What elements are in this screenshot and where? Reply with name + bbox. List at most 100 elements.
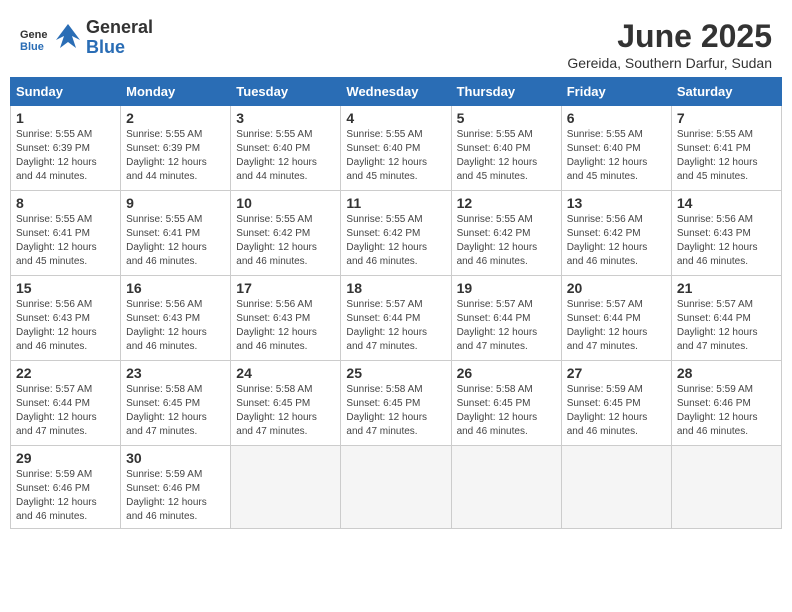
logo: General Blue General Blue	[20, 18, 153, 58]
day-number: 18	[346, 280, 445, 296]
day-number: 30	[126, 450, 225, 466]
calendar-day-cell: 13 Sunrise: 5:56 AM Sunset: 6:42 PM Dayl…	[561, 191, 671, 276]
day-number: 28	[677, 365, 776, 381]
weekday-header-sunday: Sunday	[11, 78, 121, 106]
calendar-day-cell: 10 Sunrise: 5:55 AM Sunset: 6:42 PM Dayl…	[231, 191, 341, 276]
calendar-day-cell: 5 Sunrise: 5:55 AM Sunset: 6:40 PM Dayli…	[451, 106, 561, 191]
day-number: 2	[126, 110, 225, 126]
calendar-day-cell	[341, 446, 451, 529]
day-info: Sunrise: 5:59 AM Sunset: 6:46 PM Dayligh…	[126, 468, 225, 524]
day-number: 19	[457, 280, 556, 296]
day-number: 10	[236, 195, 335, 211]
calendar-week-row: 29 Sunrise: 5:59 AM Sunset: 6:46 PM Dayl…	[11, 446, 782, 529]
day-number: 21	[677, 280, 776, 296]
weekday-header-thursday: Thursday	[451, 78, 561, 106]
day-info: Sunrise: 5:55 AM Sunset: 6:41 PM Dayligh…	[16, 213, 115, 269]
day-number: 23	[126, 365, 225, 381]
weekday-header-row: SundayMondayTuesdayWednesdayThursdayFrid…	[11, 78, 782, 106]
day-number: 17	[236, 280, 335, 296]
calendar-day-cell: 7 Sunrise: 5:55 AM Sunset: 6:41 PM Dayli…	[671, 106, 781, 191]
day-number: 14	[677, 195, 776, 211]
month-title: June 2025	[567, 18, 772, 55]
day-number: 29	[16, 450, 115, 466]
day-number: 6	[567, 110, 666, 126]
calendar-day-cell: 14 Sunrise: 5:56 AM Sunset: 6:43 PM Dayl…	[671, 191, 781, 276]
day-info: Sunrise: 5:57 AM Sunset: 6:44 PM Dayligh…	[16, 383, 115, 439]
weekday-header-monday: Monday	[121, 78, 231, 106]
day-number: 3	[236, 110, 335, 126]
day-info: Sunrise: 5:55 AM Sunset: 6:42 PM Dayligh…	[457, 213, 556, 269]
calendar-day-cell: 12 Sunrise: 5:55 AM Sunset: 6:42 PM Dayl…	[451, 191, 561, 276]
day-number: 25	[346, 365, 445, 381]
logo-icon: General Blue	[20, 24, 48, 52]
day-info: Sunrise: 5:57 AM Sunset: 6:44 PM Dayligh…	[567, 298, 666, 354]
calendar-day-cell: 11 Sunrise: 5:55 AM Sunset: 6:42 PM Dayl…	[341, 191, 451, 276]
day-number: 5	[457, 110, 556, 126]
day-info: Sunrise: 5:56 AM Sunset: 6:43 PM Dayligh…	[236, 298, 335, 354]
calendar-day-cell: 21 Sunrise: 5:57 AM Sunset: 6:44 PM Dayl…	[671, 276, 781, 361]
calendar-day-cell: 19 Sunrise: 5:57 AM Sunset: 6:44 PM Dayl…	[451, 276, 561, 361]
calendar-day-cell	[451, 446, 561, 529]
day-info: Sunrise: 5:56 AM Sunset: 6:43 PM Dayligh…	[16, 298, 115, 354]
day-info: Sunrise: 5:57 AM Sunset: 6:44 PM Dayligh…	[677, 298, 776, 354]
calendar-day-cell: 27 Sunrise: 5:59 AM Sunset: 6:45 PM Dayl…	[561, 361, 671, 446]
day-number: 13	[567, 195, 666, 211]
day-info: Sunrise: 5:58 AM Sunset: 6:45 PM Dayligh…	[236, 383, 335, 439]
day-info: Sunrise: 5:55 AM Sunset: 6:42 PM Dayligh…	[346, 213, 445, 269]
day-number: 8	[16, 195, 115, 211]
day-info: Sunrise: 5:55 AM Sunset: 6:42 PM Dayligh…	[236, 213, 335, 269]
calendar-day-cell: 9 Sunrise: 5:55 AM Sunset: 6:41 PM Dayli…	[121, 191, 231, 276]
calendar-day-cell	[561, 446, 671, 529]
day-info: Sunrise: 5:55 AM Sunset: 6:39 PM Dayligh…	[126, 128, 225, 184]
day-info: Sunrise: 5:59 AM Sunset: 6:45 PM Dayligh…	[567, 383, 666, 439]
day-info: Sunrise: 5:59 AM Sunset: 6:46 PM Dayligh…	[16, 468, 115, 524]
calendar-day-cell: 3 Sunrise: 5:55 AM Sunset: 6:40 PM Dayli…	[231, 106, 341, 191]
logo-general-text: General	[86, 18, 153, 38]
calendar-day-cell: 23 Sunrise: 5:58 AM Sunset: 6:45 PM Dayl…	[121, 361, 231, 446]
logo-bird-icon	[50, 20, 86, 56]
svg-text:General: General	[20, 29, 48, 41]
svg-text:Blue: Blue	[20, 41, 44, 52]
calendar-day-cell: 29 Sunrise: 5:59 AM Sunset: 6:46 PM Dayl…	[11, 446, 121, 529]
calendar-day-cell: 4 Sunrise: 5:55 AM Sunset: 6:40 PM Dayli…	[341, 106, 451, 191]
day-number: 22	[16, 365, 115, 381]
day-number: 7	[677, 110, 776, 126]
day-info: Sunrise: 5:58 AM Sunset: 6:45 PM Dayligh…	[457, 383, 556, 439]
calendar-day-cell: 20 Sunrise: 5:57 AM Sunset: 6:44 PM Dayl…	[561, 276, 671, 361]
day-info: Sunrise: 5:55 AM Sunset: 6:40 PM Dayligh…	[236, 128, 335, 184]
calendar-day-cell: 6 Sunrise: 5:55 AM Sunset: 6:40 PM Dayli…	[561, 106, 671, 191]
day-number: 24	[236, 365, 335, 381]
calendar-day-cell	[671, 446, 781, 529]
calendar-day-cell: 1 Sunrise: 5:55 AM Sunset: 6:39 PM Dayli…	[11, 106, 121, 191]
day-number: 20	[567, 280, 666, 296]
calendar-day-cell: 26 Sunrise: 5:58 AM Sunset: 6:45 PM Dayl…	[451, 361, 561, 446]
calendar-week-row: 1 Sunrise: 5:55 AM Sunset: 6:39 PM Dayli…	[11, 106, 782, 191]
calendar-day-cell	[231, 446, 341, 529]
calendar-table: SundayMondayTuesdayWednesdayThursdayFrid…	[10, 77, 782, 529]
calendar-day-cell: 16 Sunrise: 5:56 AM Sunset: 6:43 PM Dayl…	[121, 276, 231, 361]
day-number: 12	[457, 195, 556, 211]
weekday-header-tuesday: Tuesday	[231, 78, 341, 106]
weekday-header-wednesday: Wednesday	[341, 78, 451, 106]
day-info: Sunrise: 5:55 AM Sunset: 6:40 PM Dayligh…	[457, 128, 556, 184]
calendar-week-row: 22 Sunrise: 5:57 AM Sunset: 6:44 PM Dayl…	[11, 361, 782, 446]
calendar-day-cell: 30 Sunrise: 5:59 AM Sunset: 6:46 PM Dayl…	[121, 446, 231, 529]
day-number: 15	[16, 280, 115, 296]
calendar-day-cell: 18 Sunrise: 5:57 AM Sunset: 6:44 PM Dayl…	[341, 276, 451, 361]
day-number: 27	[567, 365, 666, 381]
day-info: Sunrise: 5:55 AM Sunset: 6:40 PM Dayligh…	[567, 128, 666, 184]
day-info: Sunrise: 5:55 AM Sunset: 6:39 PM Dayligh…	[16, 128, 115, 184]
day-number: 11	[346, 195, 445, 211]
day-number: 1	[16, 110, 115, 126]
day-number: 4	[346, 110, 445, 126]
logo-blue-text: Blue	[86, 38, 153, 58]
day-number: 26	[457, 365, 556, 381]
page-header: General Blue General Blue June 2025 Gere…	[10, 10, 782, 77]
day-info: Sunrise: 5:56 AM Sunset: 6:43 PM Dayligh…	[126, 298, 225, 354]
day-info: Sunrise: 5:55 AM Sunset: 6:40 PM Dayligh…	[346, 128, 445, 184]
calendar-day-cell: 28 Sunrise: 5:59 AM Sunset: 6:46 PM Dayl…	[671, 361, 781, 446]
calendar-day-cell: 22 Sunrise: 5:57 AM Sunset: 6:44 PM Dayl…	[11, 361, 121, 446]
day-info: Sunrise: 5:59 AM Sunset: 6:46 PM Dayligh…	[677, 383, 776, 439]
day-info: Sunrise: 5:56 AM Sunset: 6:42 PM Dayligh…	[567, 213, 666, 269]
day-info: Sunrise: 5:57 AM Sunset: 6:44 PM Dayligh…	[457, 298, 556, 354]
